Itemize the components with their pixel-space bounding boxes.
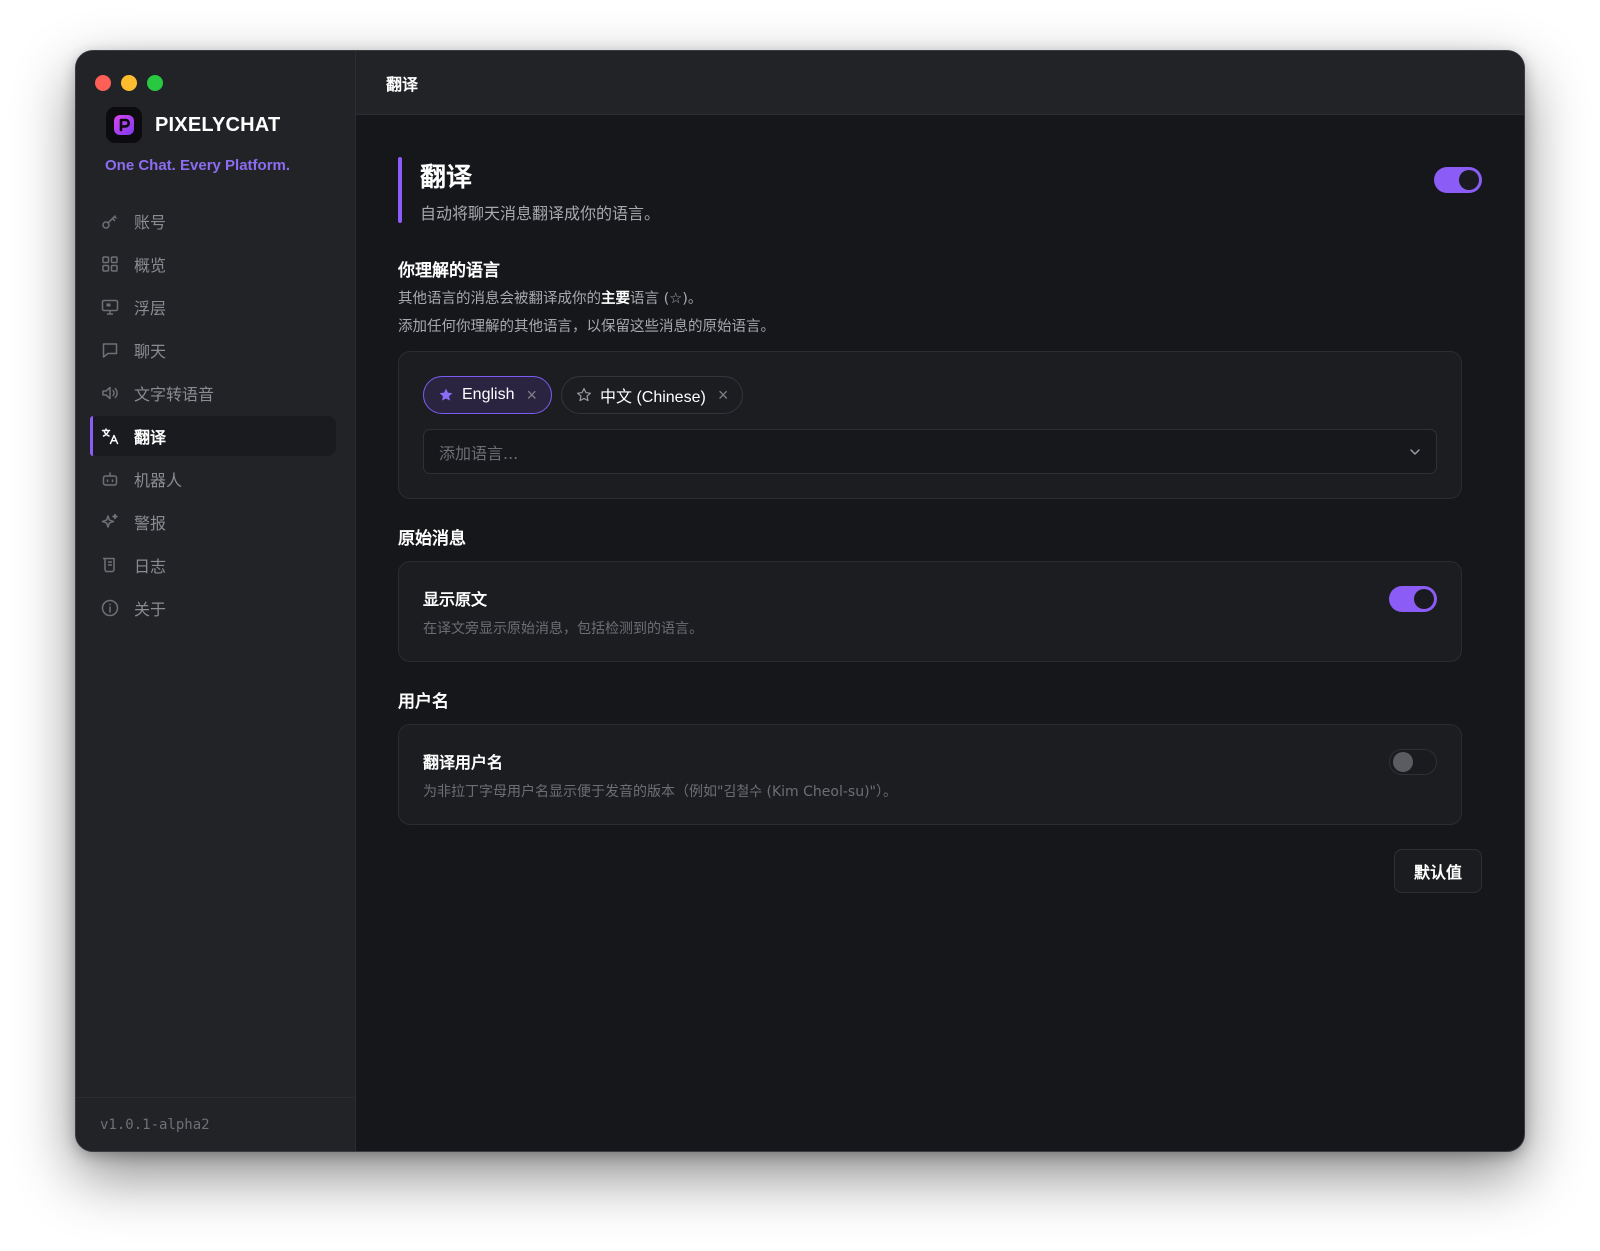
translate-icon	[101, 428, 119, 445]
show-original-title: 显示原文	[423, 590, 488, 609]
sidebar-item-label: 概览	[134, 256, 167, 275]
remove-language-icon[interactable]: ×	[526, 385, 537, 406]
page-subtitle: 自动将聊天消息翻译成你的语言。	[420, 204, 661, 223]
info-icon	[101, 599, 119, 617]
speaker-icon	[102, 386, 118, 400]
sidebar-item-alerts[interactable]: 警报	[90, 502, 336, 542]
sidebar-item-chat[interactable]: 聊天	[90, 330, 336, 370]
star-outline-icon[interactable]	[576, 387, 592, 403]
translate-username-toggle[interactable]	[1389, 749, 1437, 775]
sidebar-item-tts[interactable]: 文字转语音	[90, 373, 336, 413]
page-hero: 翻译 自动将聊天消息翻译成你的语言。	[398, 157, 1462, 223]
translation-enabled-toggle[interactable]	[1434, 167, 1482, 193]
key-icon	[102, 215, 117, 229]
tagline: One Chat. Every Platform.	[105, 157, 291, 174]
sidebar-item-logs[interactable]: 日志	[90, 545, 336, 585]
language-chip-english[interactable]: English ×	[423, 376, 552, 414]
chat-bubble-icon	[102, 343, 118, 358]
sidebar-item-label: 关于	[134, 600, 167, 619]
brand-name: PIXELYCHAT	[155, 113, 281, 136]
sidebar-item-overlay[interactable]: 浮层	[90, 287, 336, 327]
chevron-down-icon	[1410, 449, 1420, 455]
brand: PIXELYCHAT	[106, 107, 280, 143]
username-heading: 用户名	[398, 692, 449, 712]
star-filled-icon	[439, 388, 453, 401]
language-chip-chinese[interactable]: 中文 (Chinese) ×	[561, 376, 744, 414]
version-label: v1.0.1-alpha2	[76, 1097, 355, 1151]
sidebar-item-label: 机器人	[134, 471, 183, 490]
sidebar-item-label: 日志	[134, 557, 167, 576]
zoom-window-button[interactable]	[147, 75, 163, 91]
grid-icon	[102, 256, 118, 272]
original-card: 显示原文 在译文旁显示原始消息，包括检测到的语言。	[398, 561, 1462, 662]
language-chip-label: English	[462, 386, 515, 403]
app-logo-icon	[106, 107, 142, 143]
scroll-icon	[103, 557, 115, 573]
reset-defaults-button[interactable]: 默认值	[1394, 849, 1482, 893]
languages-heading: 你理解的语言	[398, 261, 500, 281]
original-heading: 原始消息	[398, 529, 466, 549]
sidebar-item-translate[interactable]: 翻译	[90, 416, 336, 456]
language-chip-label: 中文 (Chinese)	[600, 389, 706, 406]
remove-language-icon[interactable]: ×	[718, 385, 729, 406]
sidebar-item-overview[interactable]: 概览	[90, 244, 336, 284]
page-title: 翻译	[420, 163, 473, 193]
page-header: 翻译	[356, 51, 1524, 115]
translate-username-title: 翻译用户名	[423, 753, 504, 772]
main-content: 翻译 自动将聊天消息翻译成你的语言。 你理解的语言 其他语言的消息会被翻译成你的…	[356, 115, 1524, 1151]
sidebar: PIXELYCHAT One Chat. Every Platform. 账号 …	[76, 51, 356, 1151]
add-language-placeholder: 添加语言...	[439, 443, 519, 463]
show-original-toggle[interactable]	[1389, 586, 1437, 612]
monitor-icon	[101, 299, 119, 315]
sidebar-item-bot[interactable]: 机器人	[90, 459, 336, 499]
accent-bar	[398, 157, 402, 223]
languages-card: English × 中文 (Chinese) × 添加语言...	[398, 351, 1462, 499]
sidebar-item-about[interactable]: 关于	[90, 588, 336, 628]
sidebar-item-label: 文字转语音	[134, 385, 215, 404]
translate-username-description: 为非拉丁字母用户名显示便于发音的版本（例如"김철수 (Kim Cheol-su)…	[423, 784, 897, 800]
bot-icon	[102, 472, 118, 486]
app-window: PIXELYCHAT One Chat. Every Platform. 账号 …	[75, 50, 1525, 1152]
minimize-window-button[interactable]	[121, 75, 137, 91]
sidebar-item-label: 浮层	[134, 299, 167, 318]
languages-description-2: 添加任何你理解的其他语言，以保留这些消息的原始语言。	[398, 319, 775, 335]
languages-description-1: 其他语言的消息会被翻译成你的主要语言 (☆)。	[398, 291, 703, 307]
sidebar-item-label: 账号	[134, 213, 167, 232]
sidebar-item-label: 警报	[134, 514, 167, 533]
sidebar-item-account[interactable]: 账号	[90, 201, 336, 241]
show-original-description: 在译文旁显示原始消息，包括检测到的语言。	[423, 621, 703, 637]
close-window-button[interactable]	[95, 75, 111, 91]
sidebar-item-label: 翻译	[134, 428, 167, 447]
sidebar-nav: 账号 概览 浮层 聊天 文字转语音 翻译 机器人 警报 日志 关于	[90, 201, 336, 631]
username-card: 翻译用户名 为非拉丁字母用户名显示便于发音的版本（例如"김철수 (Kim Che…	[398, 724, 1462, 825]
add-language-select[interactable]: 添加语言...	[423, 429, 1437, 474]
window-controls	[95, 75, 163, 91]
sidebar-item-label: 聊天	[134, 342, 167, 361]
sparkle-icon	[101, 513, 118, 528]
